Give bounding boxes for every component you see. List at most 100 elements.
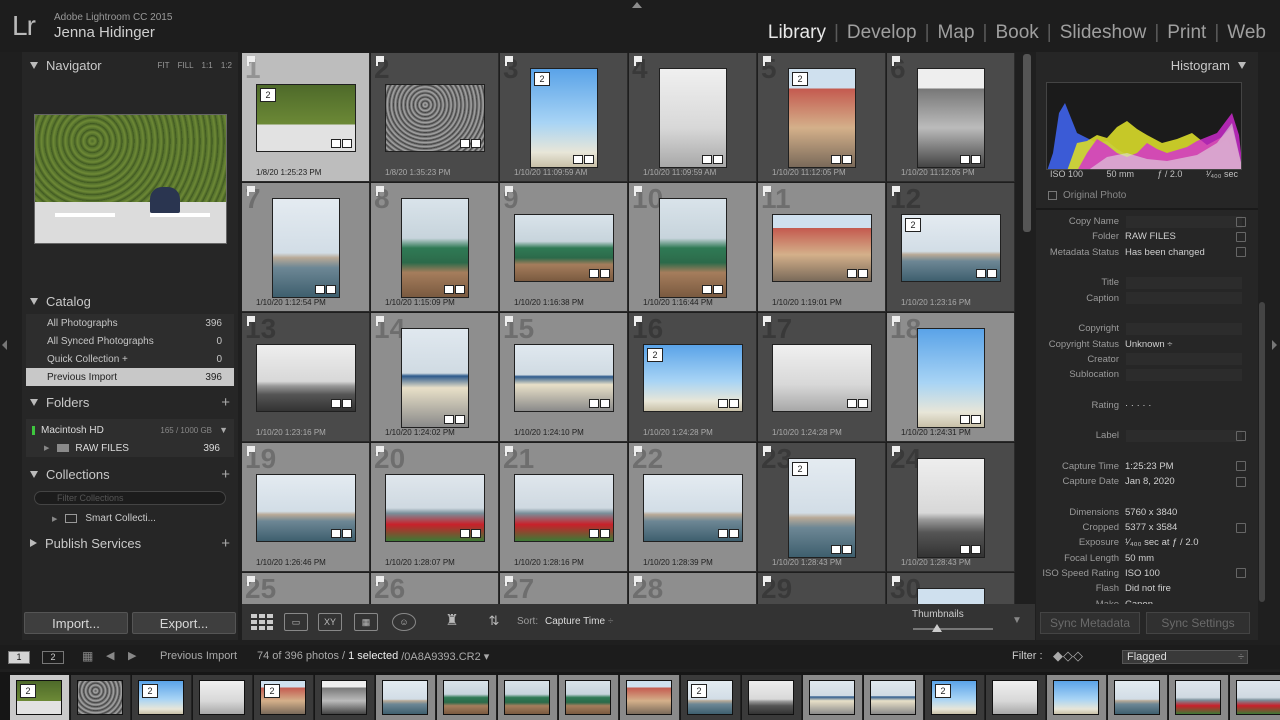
catalog-item[interactable]: Quick Collection + 0 bbox=[26, 350, 234, 368]
grid-cell[interactable]: 16 2 1/10/20 1:24:28 PM bbox=[629, 313, 757, 442]
metadata-input[interactable] bbox=[1126, 429, 1242, 442]
module-book[interactable]: Book bbox=[987, 22, 1046, 44]
filmstrip-cell[interactable] bbox=[376, 675, 436, 720]
filmstrip-cell[interactable] bbox=[986, 675, 1046, 720]
grid-cell[interactable]: 20 1/10/20 1:28:07 PM bbox=[371, 443, 499, 572]
photo-thumbnail[interactable] bbox=[659, 68, 727, 168]
edited-badge-icon[interactable] bbox=[326, 285, 336, 294]
stack-count-badge[interactable]: 2 bbox=[905, 218, 921, 232]
stack-count-badge[interactable]: 2 bbox=[792, 72, 808, 86]
metadata-value[interactable]: Did not fire bbox=[1125, 583, 1171, 594]
sync-settings-button[interactable]: Sync Settings bbox=[1146, 612, 1250, 634]
photo-thumbnail[interactable] bbox=[514, 344, 614, 412]
filmstrip-cell[interactable] bbox=[1108, 675, 1168, 720]
filmstrip-cell[interactable]: 2 bbox=[10, 675, 70, 720]
edited-badge-icon[interactable] bbox=[971, 545, 981, 554]
metadata-badge-icon[interactable] bbox=[831, 545, 841, 554]
photo-thumbnail[interactable] bbox=[643, 474, 743, 542]
sort-dropdown[interactable]: Capture Time ÷ bbox=[545, 616, 613, 627]
metadata-badge-icon[interactable] bbox=[444, 415, 454, 424]
metadata-badge-icon[interactable] bbox=[589, 529, 599, 538]
flag-icon[interactable] bbox=[763, 446, 771, 456]
edited-badge-icon[interactable] bbox=[584, 155, 594, 164]
grid-cell[interactable]: 13 1/10/20 1:23:16 PM bbox=[242, 313, 370, 442]
filmstrip-thumbnail[interactable] bbox=[321, 680, 367, 715]
sort-direction-icon[interactable]: ⇅ bbox=[482, 613, 506, 631]
add-publish-service-icon[interactable]: + bbox=[221, 535, 230, 552]
filmstrip-cell[interactable] bbox=[864, 675, 924, 720]
flag-icon[interactable] bbox=[892, 316, 900, 326]
flag-icon[interactable] bbox=[634, 186, 642, 196]
filmstrip-thumbnail[interactable] bbox=[748, 680, 794, 715]
grid-scrollbar[interactable] bbox=[1020, 52, 1034, 604]
edited-badge-icon[interactable] bbox=[600, 399, 610, 408]
filmstrip-thumbnail[interactable] bbox=[199, 680, 245, 715]
volume-dropdown-icon[interactable]: ▼ bbox=[219, 425, 228, 435]
flag-icon[interactable] bbox=[376, 316, 384, 326]
metadata-badge-icon[interactable] bbox=[976, 269, 986, 278]
export-button[interactable]: Export... bbox=[132, 612, 236, 634]
edited-badge-icon[interactable] bbox=[713, 155, 723, 164]
metadata-badge-icon[interactable] bbox=[960, 545, 970, 554]
photo-thumbnail[interactable] bbox=[514, 474, 614, 542]
grid-cell[interactable]: 15 1/10/20 1:24:10 PM bbox=[500, 313, 628, 442]
photo-thumbnail[interactable]: 2 bbox=[788, 458, 856, 558]
edited-badge-icon[interactable] bbox=[842, 155, 852, 164]
metadata-input[interactable] bbox=[1126, 322, 1242, 335]
module-slideshow[interactable]: Slideshow bbox=[1052, 22, 1155, 44]
metadata-action-icon[interactable] bbox=[1236, 430, 1246, 441]
photo-thumbnail[interactable] bbox=[917, 458, 985, 558]
metadata-value[interactable]: RAW FILES bbox=[1125, 231, 1176, 242]
collections-filter-input[interactable]: Filter Collections bbox=[34, 491, 226, 505]
metadata-action-icon[interactable] bbox=[1236, 568, 1246, 579]
edited-badge-icon[interactable] bbox=[455, 415, 465, 424]
photo-thumbnail[interactable] bbox=[385, 474, 485, 542]
edited-badge-icon[interactable] bbox=[971, 155, 981, 164]
thumbnail-size-slider[interactable] bbox=[913, 624, 993, 632]
grid-cell[interactable]: 14 1/10/20 1:24:02 PM bbox=[371, 313, 499, 442]
photo-thumbnail[interactable]: 2 bbox=[901, 214, 1001, 282]
edited-badge-icon[interactable] bbox=[471, 139, 481, 148]
filmstrip-thumbnail[interactable] bbox=[992, 680, 1038, 715]
metadata-value[interactable]: 5760 x 3840 bbox=[1125, 507, 1177, 518]
metadata-value[interactable]: 5377 x 3584 bbox=[1125, 522, 1177, 533]
import-button[interactable]: Import... bbox=[24, 612, 128, 634]
stack-count-badge[interactable]: 2 bbox=[935, 684, 951, 698]
smart-collections-item[interactable]: ▶ Smart Collecti... bbox=[52, 513, 156, 524]
catalog-header[interactable]: Catalog bbox=[22, 291, 238, 311]
filmstrip-thumbnail[interactable] bbox=[565, 680, 611, 715]
grid-cell[interactable]: 4 1/10/20 11:09:59 AM bbox=[629, 53, 757, 182]
metadata-badge-icon[interactable] bbox=[460, 529, 470, 538]
flag-icon[interactable] bbox=[247, 316, 255, 326]
flag-filter-icons[interactable]: ◆◇◇ bbox=[1053, 648, 1083, 664]
metadata-badge-icon[interactable] bbox=[702, 155, 712, 164]
flag-icon[interactable] bbox=[505, 186, 513, 196]
flag-icon[interactable] bbox=[376, 446, 384, 456]
filmstrip-cell[interactable] bbox=[437, 675, 497, 720]
metadata-action-icon[interactable] bbox=[1236, 216, 1246, 227]
navigator-header[interactable]: Navigator FIT FILL 1:1 1:2 bbox=[22, 55, 238, 75]
photo-thumbnail[interactable] bbox=[917, 68, 985, 168]
metadata-value[interactable]: 50 mm bbox=[1125, 553, 1154, 564]
painter-spray-icon[interactable]: ♜ bbox=[440, 613, 464, 631]
filmstrip-cell[interactable] bbox=[1169, 675, 1229, 720]
catalog-item[interactable]: All Photographs 396 bbox=[26, 314, 234, 332]
grid-cell[interactable]: 23 2 1/10/20 1:28:43 PM bbox=[758, 443, 886, 572]
grid-cell[interactable]: 7 1/10/20 1:12:54 PM bbox=[242, 183, 370, 312]
edited-badge-icon[interactable] bbox=[858, 269, 868, 278]
photo-thumbnail[interactable] bbox=[256, 474, 356, 542]
grid-cell[interactable]: 5 2 1/10/20 11:12:05 PM bbox=[758, 53, 886, 182]
edited-badge-icon[interactable] bbox=[471, 529, 481, 538]
metadata-badge-icon[interactable] bbox=[847, 399, 857, 408]
right-scroll-thumb[interactable] bbox=[1259, 302, 1265, 602]
module-develop[interactable]: Develop bbox=[839, 22, 925, 44]
catalog-item[interactable]: All Synced Photographs 0 bbox=[26, 332, 234, 350]
photo-thumbnail[interactable] bbox=[256, 344, 356, 412]
grid-cell[interactable]: 29 bbox=[758, 573, 886, 604]
grid-cell[interactable]: 28 bbox=[629, 573, 757, 604]
secondary-window-button[interactable]: 2 bbox=[42, 651, 64, 664]
edited-badge-icon[interactable] bbox=[858, 399, 868, 408]
grid-cell[interactable]: 19 1/10/20 1:26:46 PM bbox=[242, 443, 370, 572]
metadata-input[interactable] bbox=[1126, 368, 1242, 381]
photo-count-info[interactable]: 74 of 396 photos / 1 selected /0A8A9393.… bbox=[257, 650, 489, 663]
